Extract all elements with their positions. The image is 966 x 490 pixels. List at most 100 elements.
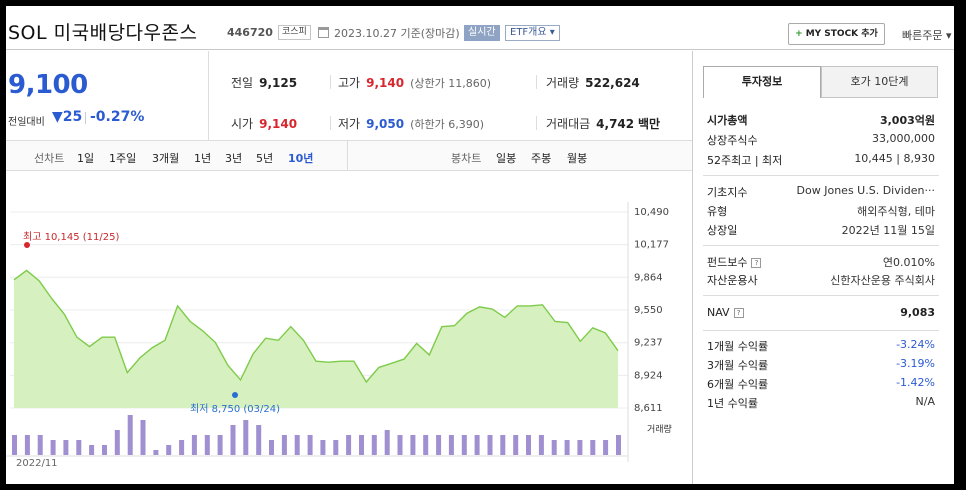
tab-order-book[interactable]: 호가 10단계 bbox=[821, 66, 938, 98]
price-change: ▼25 bbox=[52, 109, 83, 125]
volume-bar bbox=[281, 435, 287, 455]
help-icon[interactable]: ? bbox=[751, 258, 762, 268]
volume-bar bbox=[487, 435, 493, 455]
tab-10year[interactable]: 10년 bbox=[288, 150, 313, 166]
high-annotation: 최고 10,145 (11/25) bbox=[23, 232, 120, 243]
change-separator bbox=[85, 112, 86, 124]
info-row: 유형 해외주식형, 테마 bbox=[707, 205, 935, 218]
volume-bar bbox=[269, 440, 274, 455]
tab-1day[interactable]: 1일 bbox=[77, 150, 94, 166]
add-my-stock-button[interactable]: + MY STOCK 추가 bbox=[788, 23, 885, 45]
volume-bar bbox=[50, 440, 56, 455]
quick-order-label: 빠른주문 bbox=[902, 29, 943, 42]
y-tick-label: 10,177 bbox=[634, 240, 669, 251]
etf-overview-button[interactable]: ETF개요 ▾ bbox=[505, 25, 560, 41]
volume-bar bbox=[513, 435, 519, 455]
volume-bar bbox=[179, 440, 185, 455]
add-my-stock-label: MY STOCK 추가 bbox=[805, 29, 878, 39]
help-icon[interactable]: ? bbox=[733, 308, 744, 318]
line-chart-label: 선차트 bbox=[34, 152, 65, 165]
plus-icon: + bbox=[795, 29, 803, 39]
volume-bar bbox=[89, 445, 95, 455]
info-row: 기초지수 Dow Jones U.S. Dividen··· bbox=[707, 184, 935, 199]
volume-bar bbox=[590, 440, 596, 455]
info-row: 52주최고 | 최저 10,445 | 8,930 bbox=[707, 152, 935, 167]
y-tick-label: 9,550 bbox=[634, 305, 663, 316]
tab-1year[interactable]: 1년 bbox=[194, 150, 211, 166]
volume-bar bbox=[577, 440, 583, 455]
volume-bar bbox=[474, 435, 480, 455]
tab-monthly-candle[interactable]: 월봉 bbox=[567, 150, 587, 166]
volume-bar bbox=[243, 420, 249, 455]
quick-order-button[interactable]: 빠른주문 ▾ bbox=[902, 27, 952, 43]
divider bbox=[536, 75, 537, 89]
volume-bar bbox=[436, 435, 442, 455]
divider bbox=[536, 116, 537, 130]
divider bbox=[330, 116, 331, 130]
return-row: 3개월 수익률 -3.19% bbox=[707, 357, 935, 372]
volume-bar bbox=[410, 435, 416, 455]
price-chart-svg: 10,490 10,177 9,864 9,550 9,237 8,924 8,611 bbox=[6, 202, 669, 462]
volume-bar bbox=[114, 430, 120, 455]
tab-investment-info[interactable]: 투자정보 bbox=[703, 66, 821, 98]
nav-row: NAV? 9,083 bbox=[707, 306, 935, 319]
info-row: 상장일 2022년 11월 15일 bbox=[707, 224, 935, 237]
y-tick-label: 9,864 bbox=[634, 272, 663, 283]
change-label: 전일대비 bbox=[8, 117, 45, 128]
chart-period-tabs: 선차트 1일 1주일 3개월 1년 3년 5년 10년 봉차트 일봉 주봉 월봉 bbox=[6, 140, 692, 171]
volume-bar bbox=[346, 435, 352, 455]
volume-bar bbox=[500, 435, 506, 455]
volume-label: 거래량 bbox=[647, 425, 672, 435]
tab-3year[interactable]: 3년 bbox=[225, 150, 242, 166]
tab-5year[interactable]: 5년 bbox=[256, 150, 273, 166]
tab-1week[interactable]: 1주일 bbox=[109, 150, 136, 166]
realtime-button[interactable]: 실시간 bbox=[464, 25, 500, 41]
prev-close: 전일 9,125 bbox=[231, 76, 298, 90]
tab-daily-candle[interactable]: 일봉 bbox=[496, 150, 516, 166]
volume-bar bbox=[448, 435, 454, 455]
return-row: 1개월 수익률 -3.24% bbox=[707, 338, 935, 353]
volume-bar bbox=[37, 435, 43, 455]
candle-chart-label: 봉차트 bbox=[451, 152, 482, 165]
return-row: 6개월 수익률 -1.42% bbox=[707, 376, 935, 391]
price-area bbox=[14, 270, 618, 408]
volume-bar bbox=[166, 445, 172, 455]
price-change-pct: -0.27% bbox=[90, 109, 145, 125]
volume-bar bbox=[461, 435, 467, 455]
volume: 거래량 522,624 bbox=[546, 76, 640, 90]
y-tick-label: 9,237 bbox=[634, 338, 663, 349]
volume-bar bbox=[12, 435, 17, 455]
current-price: 9,100 bbox=[8, 70, 88, 100]
volume-bar bbox=[423, 435, 429, 455]
high-price: 고가 9,140 (상한가 11,860) bbox=[338, 76, 491, 90]
tab-weekly-candle[interactable]: 주봉 bbox=[531, 150, 551, 166]
divider bbox=[703, 245, 939, 246]
stock-page: SOL 미국배당다우존스 446720 코스피 2023.10.27 기준(장마… bbox=[6, 6, 954, 484]
low-marker bbox=[232, 392, 238, 398]
volume-bar bbox=[551, 440, 557, 455]
divider bbox=[330, 75, 331, 89]
y-tick-label: 8,924 bbox=[634, 370, 663, 381]
volume-bar bbox=[333, 440, 339, 455]
volume-bar bbox=[191, 435, 197, 455]
volume-bar bbox=[217, 435, 223, 455]
divider bbox=[703, 295, 939, 296]
info-row: 펀드보수? 연0.010% bbox=[707, 256, 935, 269]
volume-bar bbox=[397, 435, 403, 455]
volume-bar bbox=[256, 425, 262, 455]
quote-date: 2023.10.27 기준(장마감) bbox=[334, 27, 460, 40]
info-row: 시가총액 3,003억원 bbox=[707, 114, 935, 127]
volume-bar bbox=[204, 435, 210, 455]
info-row: 자산운용사 신한자산운용 주식회사 bbox=[707, 274, 935, 287]
price-chart[interactable]: 10,490 10,177 9,864 9,550 9,237 8,924 8,611 최고… bbox=[6, 172, 692, 484]
quote-stats: 전일 9,125 고가 9,140 (상한가 11,860) 거래량 522,624 시… bbox=[210, 51, 692, 140]
volume-bar bbox=[76, 440, 82, 455]
divider bbox=[703, 330, 939, 331]
volume-bar bbox=[140, 420, 146, 455]
tab-3month[interactable]: 3개월 bbox=[152, 150, 179, 166]
volume-bar bbox=[603, 440, 609, 455]
low-price: 저가 9,050 (하한가 6,390) bbox=[338, 117, 484, 131]
x-axis-start-label: 2022/11 bbox=[16, 458, 58, 469]
volume-bar bbox=[526, 435, 531, 455]
tab-divider bbox=[347, 141, 348, 171]
